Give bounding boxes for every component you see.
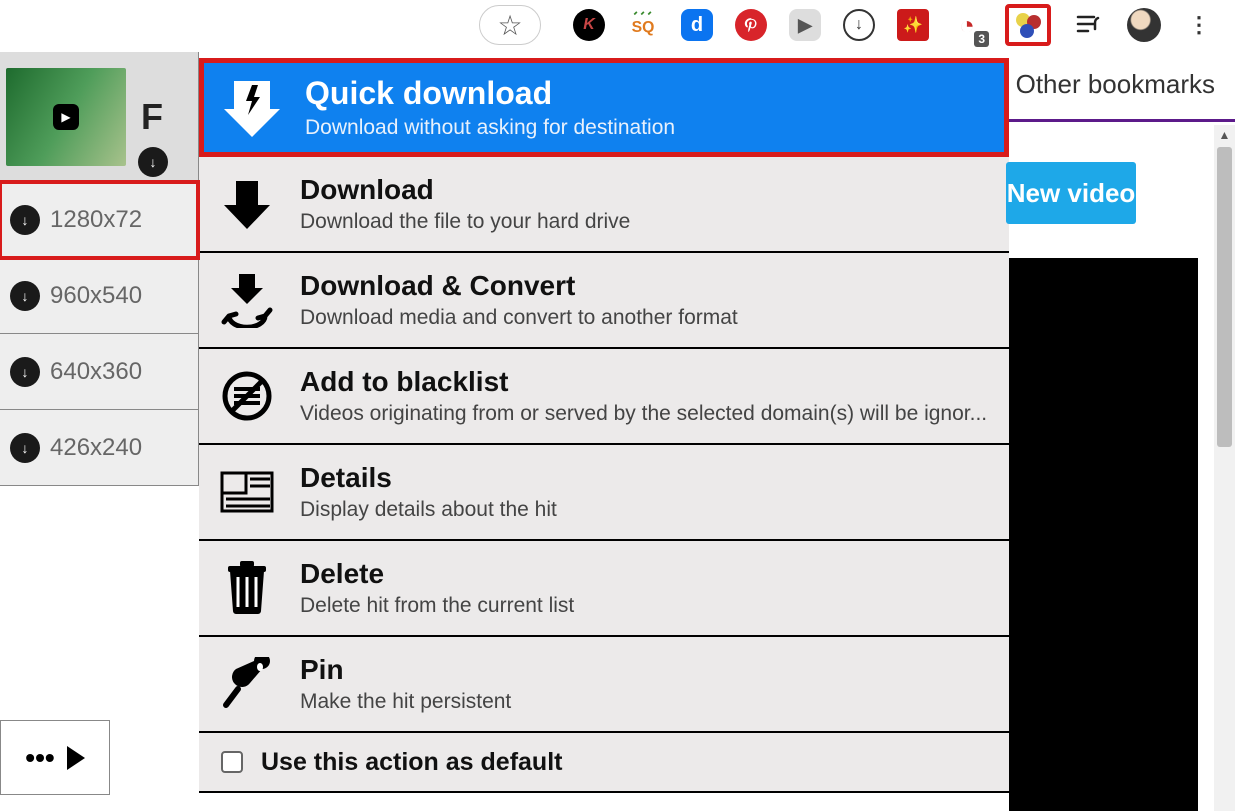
scroll-up-icon[interactable]: ▲ <box>1214 125 1235 145</box>
resolution-label: 1280x72 <box>50 206 142 234</box>
play-icon: ▶ <box>53 104 79 130</box>
convert-icon <box>219 272 275 328</box>
pin-icon <box>219 657 275 711</box>
new-video-button[interactable]: New video <box>1006 162 1136 224</box>
new-video-label: New video <box>1007 178 1136 209</box>
browser-toolbar: ☆ K SQ d ▶ ↓ ✨ ◔3 ⋮ <box>0 0 1235 50</box>
download-icon: ↓ <box>138 147 168 177</box>
default-checkbox[interactable] <box>221 751 243 773</box>
resolution-item-1280[interactable]: ↓ 1280x72 <box>0 182 198 258</box>
menu-item-title: Delete <box>300 558 574 590</box>
resolution-label: 426x240 <box>50 434 142 462</box>
sidebar-more-button[interactable]: ••• <box>0 720 110 795</box>
blacklist-icon <box>219 371 275 421</box>
download-icon: ↓ <box>10 357 40 387</box>
other-bookmarks-link[interactable]: Other bookmarks <box>1016 69 1215 100</box>
profile-avatar[interactable] <box>1127 8 1161 42</box>
play-icon <box>67 746 85 770</box>
video-player-area <box>1009 258 1198 811</box>
extension-sq-icon[interactable]: SQ <box>627 9 659 41</box>
download-icon: ↓ <box>10 205 40 235</box>
extension-download-icon[interactable]: ↓ <box>843 9 875 41</box>
menu-item-desc: Download the file to your hard drive <box>300 210 630 234</box>
video-thumbnail: ▶ <box>6 68 126 166</box>
menu-item-details[interactable]: Details Display details about the hit <box>199 445 1009 541</box>
star-icon: ☆ <box>497 9 522 42</box>
menu-item-quick-download[interactable]: Quick download Download without asking f… <box>199 58 1009 157</box>
menu-item-pin[interactable]: Pin Make the hit persistent <box>199 637 1009 733</box>
playlist-icon[interactable] <box>1073 9 1105 41</box>
resolution-item-640[interactable]: ↓ 640x360 <box>0 334 198 410</box>
bookmark-star-button[interactable]: ☆ <box>479 5 541 45</box>
resolution-item-426[interactable]: ↓ 426x240 <box>0 410 198 486</box>
action-menu: Quick download Download without asking f… <box>199 58 1009 793</box>
extension-badge-count: 3 <box>974 31 989 47</box>
lightning-download-icon <box>224 77 280 139</box>
extension-k-icon[interactable]: K <box>573 9 605 41</box>
balls-icon <box>1013 10 1043 40</box>
extension-wand-icon[interactable]: ✨ <box>897 9 929 41</box>
extension-d-icon[interactable]: d <box>681 9 713 41</box>
resolution-item-960[interactable]: ↓ 960x540 <box>0 258 198 334</box>
extension-vdh-highlighted[interactable] <box>1005 4 1051 46</box>
trash-icon <box>219 561 275 615</box>
menu-item-title: Add to blacklist <box>300 366 987 398</box>
resolution-label: 640x360 <box>50 358 142 386</box>
menu-item-desc: Display details about the hit <box>300 498 557 522</box>
menu-item-title: Pin <box>300 654 511 686</box>
scrollbar-thumb[interactable] <box>1217 147 1232 447</box>
resolution-label: 960x540 <box>50 282 142 310</box>
menu-item-desc: Download without asking for destination <box>305 116 675 140</box>
menu-item-delete[interactable]: Delete Delete hit from the current list <box>199 541 1009 637</box>
menu-item-title: Details <box>300 462 557 494</box>
menu-item-download-convert[interactable]: Download & Convert Download media and co… <box>199 253 1009 349</box>
menu-item-use-default[interactable]: Use this action as default <box>199 733 1009 793</box>
download-icon: ↓ <box>10 281 40 311</box>
svg-text:SQ: SQ <box>632 19 655 36</box>
video-title-fragment: F <box>141 96 163 138</box>
menu-item-desc: Download media and convert to another fo… <box>300 306 738 330</box>
menu-item-download[interactable]: Download Download the file to your hard … <box>199 157 1009 253</box>
menu-default-label: Use this action as default <box>261 748 562 777</box>
extension-play-icon[interactable]: ▶ <box>789 9 821 41</box>
menu-item-desc: Delete hit from the current list <box>300 594 574 618</box>
extension-pinterest-icon[interactable] <box>735 9 767 41</box>
extension-badge-icon[interactable]: ◔3 <box>951 9 983 41</box>
resolution-sidebar: ▶ F ↓ ↓ 1280x72 ↓ 960x540 ↓ 640x360 ↓ 42… <box>0 52 199 486</box>
vertical-scrollbar[interactable]: ▲ <box>1214 125 1235 811</box>
menu-item-title: Download <box>300 174 630 206</box>
menu-item-desc: Videos originating from or served by the… <box>300 402 987 426</box>
video-thumbnail-row[interactable]: ▶ F ↓ <box>0 52 198 182</box>
menu-item-blacklist[interactable]: Add to blacklist Videos originating from… <box>199 349 1009 445</box>
download-arrow-icon <box>219 177 275 231</box>
menu-item-title: Download & Convert <box>300 270 738 302</box>
details-icon <box>219 471 275 513</box>
more-menu-icon[interactable]: ⋮ <box>1183 9 1215 41</box>
download-icon: ↓ <box>10 433 40 463</box>
menu-item-title: Quick download <box>305 75 675 112</box>
more-dots: ••• <box>25 742 54 774</box>
menu-item-desc: Make the hit persistent <box>300 690 511 714</box>
